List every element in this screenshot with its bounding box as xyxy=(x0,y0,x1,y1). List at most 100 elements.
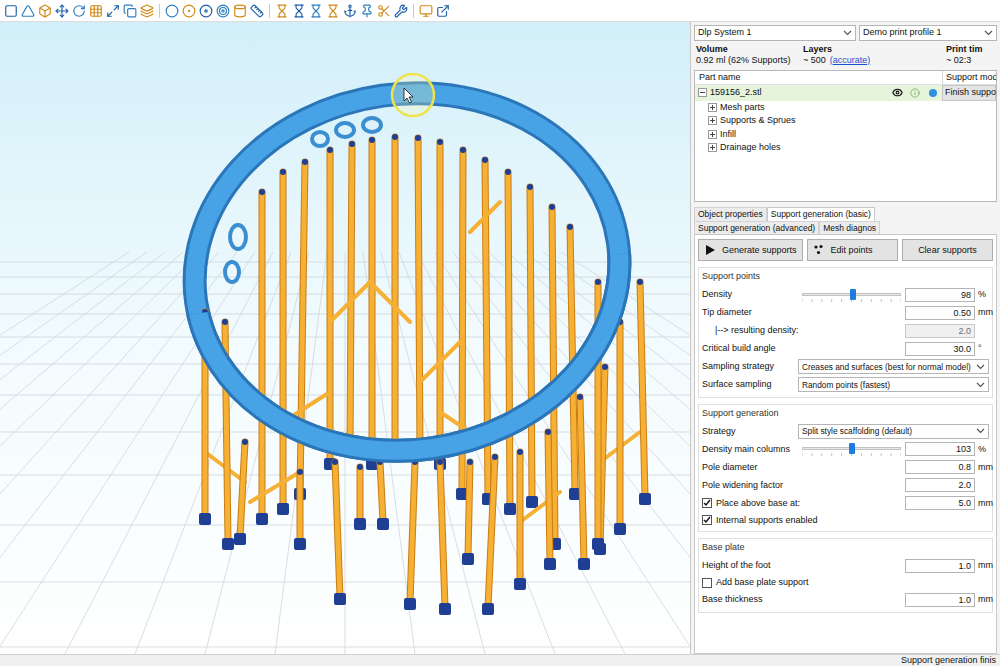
option-select[interactable]: Creases and surfaces (best for normal mo… xyxy=(798,359,989,374)
support-pole[interactable] xyxy=(389,134,401,460)
support-pole[interactable] xyxy=(366,137,378,470)
slider[interactable] xyxy=(802,288,901,302)
support-pole[interactable] xyxy=(544,429,556,570)
support-pole[interactable] xyxy=(482,454,498,615)
checkbox-row[interactable]: Add base plate support xyxy=(702,575,989,591)
number-field[interactable]: 103 xyxy=(905,442,975,456)
copy-icon[interactable] xyxy=(123,4,137,18)
option-select[interactable]: Split style scaffolding (default) xyxy=(798,424,989,439)
model-scene-icon[interactable] xyxy=(0,22,690,654)
support-pole[interactable] xyxy=(526,184,538,508)
tree-child[interactable]: Drainage holes xyxy=(695,141,996,155)
action-button[interactable]: Generate supports xyxy=(698,239,803,261)
number-field[interactable]: 0.50 xyxy=(905,306,975,320)
target-icon[interactable] xyxy=(216,4,230,18)
move-icon[interactable] xyxy=(55,4,69,18)
tree-child[interactable]: Infill xyxy=(695,128,996,142)
unit-label: mm xyxy=(975,461,989,475)
support-pole[interactable] xyxy=(437,459,451,615)
rotate-icon[interactable] xyxy=(72,4,86,18)
checkbox[interactable] xyxy=(702,515,712,525)
triangle-icon[interactable] xyxy=(21,4,35,18)
wrench-icon[interactable] xyxy=(394,4,408,18)
circle-icon[interactable] xyxy=(165,4,179,18)
support-pole[interactable] xyxy=(377,459,389,530)
collapse-icon[interactable] xyxy=(698,88,707,97)
3d-viewport[interactable] xyxy=(0,22,690,654)
support-pole[interactable] xyxy=(294,469,306,550)
number-field[interactable]: 30.0 xyxy=(905,342,975,356)
support-pole[interactable] xyxy=(354,464,366,530)
support-pole[interactable] xyxy=(234,439,248,545)
scissors-icon[interactable] xyxy=(377,4,391,18)
hourglass-icon[interactable] xyxy=(326,4,340,18)
slider-thumb[interactable] xyxy=(849,443,855,454)
cylinder-icon[interactable] xyxy=(233,4,247,18)
expand-icon[interactable] xyxy=(708,143,717,152)
scale-icon[interactable] xyxy=(106,4,120,18)
checkbox[interactable] xyxy=(702,578,712,588)
tab[interactable]: Object properties xyxy=(694,207,767,221)
tree-child[interactable]: Mesh parts xyxy=(695,101,996,115)
slider-thumb[interactable] xyxy=(850,289,856,300)
support-pole[interactable] xyxy=(504,169,516,515)
chevron-down-icon xyxy=(984,30,993,36)
support-pole[interactable] xyxy=(434,139,446,470)
checkbox-row[interactable]: Internal supports enabled xyxy=(702,512,989,528)
hourglass-icon[interactable] xyxy=(309,4,323,18)
number-field[interactable]: 2.0 xyxy=(905,478,975,492)
circle-dot-icon[interactable] xyxy=(182,4,196,18)
external-link-icon[interactable] xyxy=(436,4,450,18)
tree-child[interactable]: Supports & Sprues xyxy=(695,114,996,128)
layers-icon[interactable] xyxy=(140,4,154,18)
info-icon[interactable] xyxy=(910,88,920,98)
number-field[interactable]: 5.0 xyxy=(905,496,975,510)
ruler-icon[interactable] xyxy=(250,4,264,18)
number-field[interactable]: 1.0 xyxy=(905,559,975,573)
support-pole[interactable] xyxy=(277,169,289,515)
tab[interactable]: Support generation (basic) xyxy=(767,207,875,221)
ring-front[interactable] xyxy=(171,244,642,477)
support-pole[interactable] xyxy=(324,147,336,470)
action-button[interactable]: Edit points xyxy=(807,239,898,261)
support-pole[interactable] xyxy=(637,279,651,505)
eye-icon[interactable] xyxy=(892,87,903,98)
support-pole[interactable] xyxy=(614,319,626,535)
support-pole[interactable] xyxy=(514,449,526,590)
part-row[interactable]: 159156_2.stlFinish suppo xyxy=(695,85,996,101)
accurate-link[interactable]: (accurate) xyxy=(830,55,871,65)
grid-icon[interactable] xyxy=(89,4,103,18)
support-mode-button[interactable]: Finish suppo xyxy=(942,85,996,101)
tab[interactable]: Support generation (advanced) xyxy=(694,221,819,235)
support-pole[interactable] xyxy=(404,459,418,610)
support-pole[interactable] xyxy=(294,159,308,500)
anchor-icon[interactable] xyxy=(343,4,357,18)
slider[interactable] xyxy=(802,442,901,456)
support-pole[interactable] xyxy=(414,135,426,460)
expand-icon[interactable] xyxy=(708,130,717,139)
support-pole[interactable] xyxy=(332,459,346,605)
expand-icon[interactable] xyxy=(708,116,717,125)
support-pole[interactable] xyxy=(462,459,474,565)
tab[interactable]: Mesh diagnos xyxy=(819,221,880,235)
square-icon[interactable] xyxy=(4,4,18,18)
profile-select[interactable]: Demo print profile 1 xyxy=(859,25,997,41)
box-icon[interactable] xyxy=(38,4,52,18)
number-field[interactable]: 0.8 xyxy=(905,460,975,474)
printer-select[interactable]: Dlp System 1 xyxy=(694,25,856,41)
color-dot[interactable] xyxy=(929,89,937,97)
number-field[interactable]: 98 xyxy=(905,288,975,302)
monitor-icon[interactable] xyxy=(419,4,433,18)
hourglass-icon[interactable] xyxy=(292,4,306,18)
tab-bar: Object propertiesSupport generation (bas… xyxy=(694,207,997,235)
checkbox[interactable] xyxy=(702,498,712,508)
disc-icon[interactable] xyxy=(199,4,213,18)
number-field[interactable]: 1.0 xyxy=(905,593,975,607)
support-pole[interactable] xyxy=(577,394,590,570)
action-button[interactable]: Clear supports xyxy=(902,239,993,261)
expand-icon[interactable] xyxy=(708,103,717,112)
option-select[interactable]: Random points (fastest) xyxy=(798,377,989,392)
hourglass-icon[interactable] xyxy=(275,4,289,18)
support-pole[interactable] xyxy=(256,189,268,525)
pin-icon[interactable] xyxy=(360,4,374,18)
